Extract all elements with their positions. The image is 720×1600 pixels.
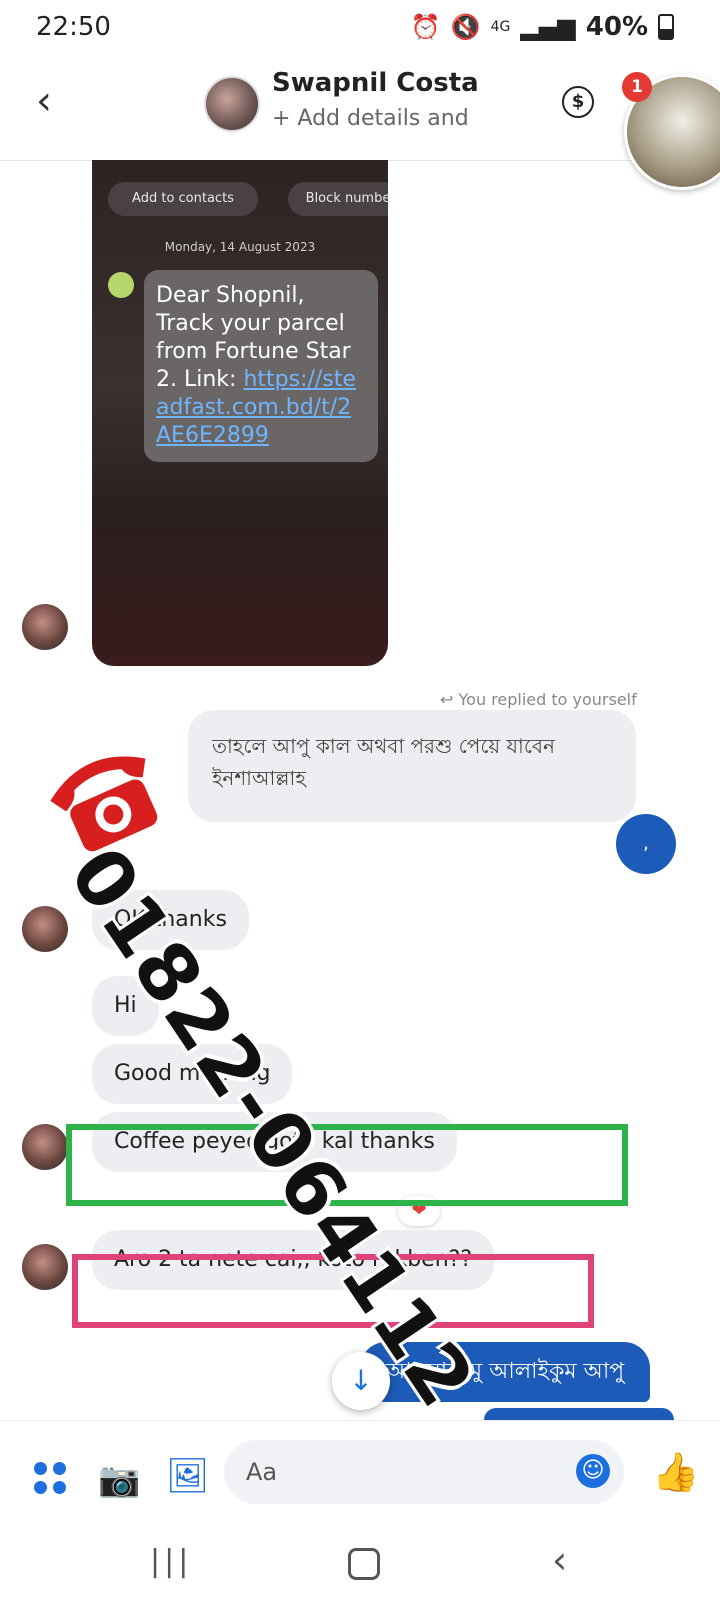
- signal-icon: ▂▄▆: [520, 13, 576, 41]
- block-number-label: Block numbe: [288, 182, 388, 216]
- sender-avatar-icon: [108, 272, 134, 298]
- image-message[interactable]: Add to contacts Block numbe Monday, 14 A…: [92, 160, 388, 666]
- reply-icon: ↩: [440, 690, 459, 709]
- chat-head-badge: 1: [622, 72, 652, 102]
- battery-text: 40%: [585, 12, 648, 42]
- system-back-button[interactable]: ‹: [552, 1538, 567, 1582]
- like-icon[interactable]: 👍: [652, 1450, 699, 1495]
- reply-note: ↩ You replied to yourself: [440, 690, 637, 709]
- outgoing-reply-bubble[interactable]: তাহলে আপু কাল অথবা পরশু পেয়ে যাবেন ইনশা…: [188, 710, 636, 822]
- mute-icon: 🔇: [450, 13, 481, 41]
- emoji-icon[interactable]: ☺: [576, 1454, 610, 1488]
- back-button[interactable]: ‹: [36, 78, 52, 124]
- home-button[interactable]: [348, 1548, 380, 1580]
- sms-date: Monday, 14 August 2023: [164, 240, 316, 254]
- contact-subtitle[interactable]: + Add details and: [272, 106, 469, 131]
- avatar[interactable]: [22, 1124, 68, 1170]
- network-type-icon: 4G: [490, 19, 511, 35]
- alarm-icon: ⏰: [410, 13, 441, 41]
- avatar[interactable]: [22, 1244, 68, 1290]
- avatar[interactable]: [22, 604, 68, 650]
- battery-icon: [658, 14, 674, 40]
- add-contacts-label: Add to contacts: [108, 182, 258, 216]
- contact-avatar[interactable]: [204, 76, 260, 132]
- payment-icon[interactable]: $: [562, 86, 594, 118]
- apps-icon[interactable]: [34, 1462, 66, 1494]
- message-input-placeholder: Aa: [246, 1458, 278, 1486]
- camera-icon[interactable]: 📷: [98, 1460, 140, 1500]
- outgoing-message-bubble[interactable]: ,: [616, 814, 676, 874]
- message-partial[interactable]: [484, 1408, 674, 1420]
- gallery-icon[interactable]: 🖼: [166, 1456, 209, 1496]
- contact-name[interactable]: Swapnil Costa: [272, 68, 479, 98]
- message-input[interactable]: [224, 1440, 624, 1504]
- avatar[interactable]: [22, 906, 68, 952]
- status-icons: ⏰ 🔇 4G ▂▄▆ 40%: [411, 12, 674, 42]
- recent-apps-button[interactable]: |||: [150, 1544, 192, 1579]
- clock: 22:50: [36, 12, 111, 42]
- sms-bubble: Dear Shopnil, Track your parcel from For…: [144, 270, 378, 462]
